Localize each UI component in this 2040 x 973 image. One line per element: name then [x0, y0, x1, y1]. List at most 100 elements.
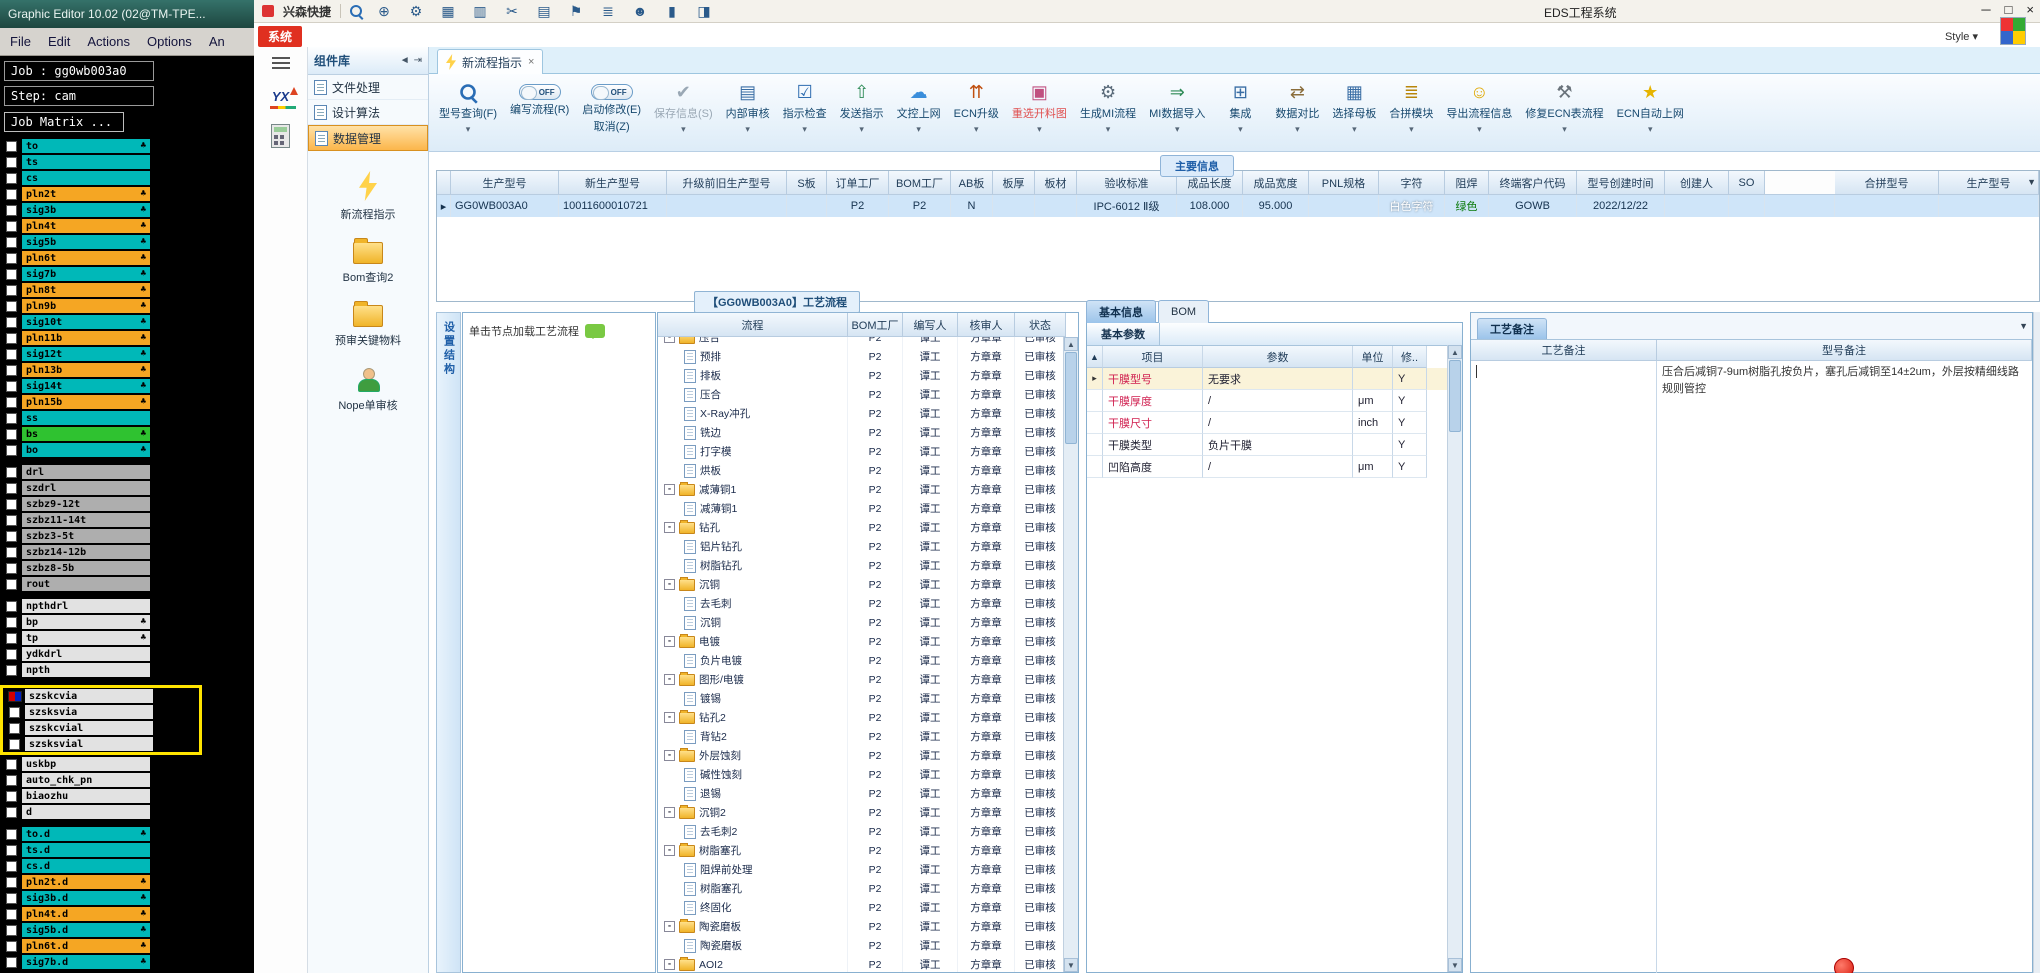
layer-checkbox[interactable] [6, 956, 17, 968]
layer-checkbox[interactable] [6, 600, 17, 612]
toolbar-button-ECN升级[interactable]: ⇈ ECN升级 ▾ [954, 80, 999, 136]
layer-row[interactable]: szbz8-5b [0, 560, 254, 576]
toolbar-button-MI数据导入[interactable]: ⇒ MI数据导入 ▾ [1149, 80, 1205, 136]
layer-checkbox[interactable] [6, 828, 17, 840]
layer-row[interactable]: szskcvial [3, 720, 199, 736]
layer-checkbox[interactable] [6, 514, 17, 526]
tree-row[interactable]: - 沉铜 P2 谭工 方章章 已审核 [658, 575, 1078, 594]
tree-node[interactable]: 树脂塞孔 [658, 879, 848, 898]
layer-checkbox[interactable] [6, 806, 17, 818]
expand-icon[interactable]: - [664, 484, 675, 495]
menu-item-an[interactable]: An [209, 34, 225, 49]
toolbar-button-导出流程信息[interactable]: ☺ 导出流程信息 ▾ [1446, 80, 1512, 136]
col-header[interactable]: BOM工厂 [889, 171, 951, 195]
table-icon[interactable]: ▤ [534, 3, 554, 20]
expand-icon[interactable]: - [664, 959, 675, 970]
scroll-down-icon[interactable]: ▼ [1448, 958, 1462, 972]
tree-scrollbar[interactable]: ▲ ▼ [1063, 337, 1078, 972]
dropdown-arrow-icon[interactable]: ▾ [1562, 124, 1567, 136]
layer-row[interactable]: sig5b.d ♣ [0, 922, 254, 938]
layer-checkbox[interactable] [6, 380, 17, 392]
right-scrollbar[interactable] [2033, 312, 2040, 973]
toolbar-button-保存信息(S)[interactable]: ✔ 保存信息(S) ▾ [654, 80, 713, 136]
layer-row[interactable]: npthdrl [0, 598, 254, 614]
maximize-icon[interactable]: □ [2005, 2, 2013, 17]
layer-row[interactable]: biaozhu [0, 788, 254, 804]
col-header[interactable]: 型号创建时间 [1577, 171, 1665, 195]
col-header[interactable]: 板材 [1035, 171, 1077, 195]
layer-checkbox[interactable] [6, 172, 17, 184]
shortcut-Nope单审核[interactable]: Nope单审核 [308, 368, 428, 413]
component-library-tab[interactable]: 组件库 [314, 52, 396, 69]
layer-checkbox[interactable] [6, 412, 17, 424]
layer-checkbox[interactable] [6, 876, 17, 888]
tree-row[interactable]: 铣边 P2 谭工 方章章 已审核 [658, 423, 1078, 442]
layer-checkbox[interactable] [6, 578, 17, 590]
subtab-basic-params[interactable]: 基本参数 [1087, 323, 1160, 345]
tree-row[interactable]: - 沉铜2 P2 谭工 方章章 已审核 [658, 803, 1078, 822]
layer-checkbox[interactable] [6, 332, 17, 344]
tree-row[interactable]: 打字模 P2 谭工 方章章 已审核 [658, 442, 1078, 461]
toggle-off[interactable]: OFF [518, 84, 561, 100]
layer-row[interactable]: szsksvial [3, 736, 199, 752]
tab-close-icon[interactable]: × [528, 56, 534, 68]
param-row[interactable]: 干膜尺寸 / inch Y [1087, 412, 1462, 434]
param-row[interactable]: 干膜类型 负片干膜 Y [1087, 434, 1462, 456]
dropdown-arrow-icon[interactable]: ▾ [974, 124, 979, 136]
layer-row[interactable]: drl [0, 464, 254, 480]
layer-row[interactable]: to ♣ [0, 138, 254, 154]
tree-node[interactable]: 陶瓷磨板 [658, 936, 848, 955]
layer-row[interactable]: to.d ♣ [0, 826, 254, 842]
layer-checkbox[interactable] [9, 706, 20, 718]
layer-checkbox[interactable] [6, 664, 17, 676]
grid-icon[interactable]: ▦ [438, 3, 458, 20]
layer-row[interactable]: sig5b ♣ [0, 234, 254, 250]
col-header[interactable]: 生产型号 [1939, 171, 2039, 195]
toolbar-button-ECN自动上网[interactable]: ★ ECN自动上网 ▾ [1617, 80, 1684, 136]
search-icon[interactable] [350, 5, 363, 17]
tree-row[interactable]: - 外层蚀刻 P2 谭工 方章章 已审核 [658, 746, 1078, 765]
layer-row[interactable]: ts.d [0, 842, 254, 858]
layer-row[interactable]: sig3b.d ♣ [0, 890, 254, 906]
shortcut-Bom查询2[interactable]: Bom查询2 [308, 238, 428, 285]
layer-row[interactable]: sig10t ♣ [0, 314, 254, 330]
layer-row[interactable]: szbz3-5t [0, 528, 254, 544]
tree-node[interactable]: 压合 [658, 385, 848, 404]
tree-row[interactable]: 背钻2 P2 谭工 方章章 已审核 [658, 727, 1078, 746]
dropdown-arrow-icon[interactable]: ▾ [916, 124, 921, 136]
dropdown-arrow-icon[interactable]: ▾ [1409, 124, 1414, 136]
toolbar-button-启动修改(E)[interactable]: OFF 启动修改(E) 取消(Z) [582, 80, 641, 134]
col-header[interactable]: 阻焊 [1445, 171, 1489, 195]
layer-checkbox[interactable] [6, 546, 17, 558]
chart-icon[interactable]: ▮ [662, 3, 682, 20]
pin-right-icon[interactable]: ⇥ [414, 55, 422, 66]
tab-new-process[interactable]: 新流程指示 × [437, 49, 544, 74]
tree-row[interactable]: - 陶瓷磨板 P2 谭工 方章章 已审核 [658, 917, 1078, 936]
col-header[interactable]: PNL规格 [1309, 171, 1379, 195]
layer-row[interactable]: pln6t ♣ [0, 250, 254, 266]
shortcut-预审关键物料[interactable]: 预审关键物料 [308, 301, 428, 348]
tree-node[interactable]: 沉铜 [658, 613, 848, 632]
layer-checkbox[interactable] [6, 940, 17, 952]
layer-row[interactable]: npth [0, 662, 254, 678]
col-header[interactable]: 新生产型号 [559, 171, 667, 195]
layer-checkbox[interactable] [6, 844, 17, 856]
tree-node[interactable]: 去毛刺2 [658, 822, 848, 841]
param-col-header[interactable]: 修.. [1393, 346, 1427, 368]
tree-row[interactable]: 压合 P2 谭工 方章章 已审核 [658, 385, 1078, 404]
layer-row[interactable]: sig14t ♣ [0, 378, 254, 394]
col-header[interactable]: 成品宽度 [1243, 171, 1309, 195]
col-header[interactable]: S板 [787, 171, 827, 195]
expand-icon[interactable]: - [664, 579, 675, 590]
menu-item-edit[interactable]: Edit [48, 34, 70, 49]
expand-icon[interactable]: - [664, 337, 675, 343]
process-remark-cell[interactable] [1471, 361, 1657, 973]
user-icon[interactable]: ☻ [630, 3, 650, 19]
menu-item-file[interactable]: File [10, 34, 31, 49]
col-header[interactable]: 合拼型号 [1835, 171, 1939, 195]
layer-checkbox[interactable] [6, 204, 17, 216]
tree-row[interactable]: 去毛刺2 P2 谭工 方章章 已审核 [658, 822, 1078, 841]
layer-row[interactable]: sig7b.d ♣ [0, 954, 254, 970]
tree-node[interactable]: 镀锡 [658, 689, 848, 708]
system-badge[interactable]: 系统 [258, 26, 303, 47]
